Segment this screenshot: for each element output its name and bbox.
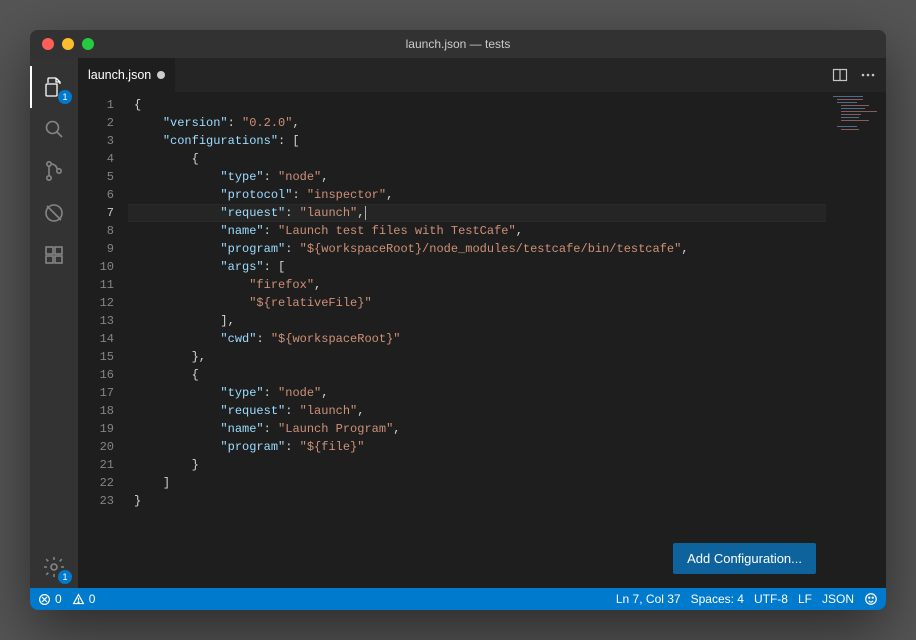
line-number: 14 — [78, 330, 114, 348]
line-number: 6 — [78, 186, 114, 204]
line-number: 3 — [78, 132, 114, 150]
code-line[interactable]: ] — [134, 474, 826, 492]
code-line[interactable]: "name": "Launch Program", — [134, 420, 826, 438]
code-line[interactable]: }, — [134, 348, 826, 366]
line-number: 20 — [78, 438, 114, 456]
editor[interactable]: 1234567891011121314151617181920212223 { … — [78, 92, 886, 588]
debug-icon[interactable] — [30, 192, 78, 234]
line-number: 11 — [78, 276, 114, 294]
line-number: 1 — [78, 96, 114, 114]
code-line[interactable]: "type": "node", — [134, 384, 826, 402]
line-number: 17 — [78, 384, 114, 402]
status-indentation[interactable]: Spaces: 4 — [691, 592, 744, 606]
minimap[interactable] — [826, 92, 886, 588]
code-line[interactable]: "program": "${workspaceRoot}/node_module… — [134, 240, 826, 258]
source-control-icon[interactable] — [30, 150, 78, 192]
more-actions-icon[interactable] — [860, 67, 876, 83]
code-line[interactable]: "${relativeFile}" — [134, 294, 826, 312]
code-line[interactable]: "name": "Launch test files with TestCafe… — [134, 222, 826, 240]
settings-badge: 1 — [58, 570, 72, 584]
editor-tab[interactable]: launch.json — [78, 58, 176, 92]
line-number: 4 — [78, 150, 114, 168]
extensions-icon[interactable] — [30, 234, 78, 276]
line-number: 9 — [78, 240, 114, 258]
explorer-badge: 1 — [58, 90, 72, 104]
line-number: 23 — [78, 492, 114, 510]
minimize-window-button[interactable] — [62, 38, 74, 50]
code-line[interactable]: "version": "0.2.0", — [134, 114, 826, 132]
line-number: 13 — [78, 312, 114, 330]
code-line[interactable]: { — [134, 150, 826, 168]
line-number: 21 — [78, 456, 114, 474]
maximize-window-button[interactable] — [82, 38, 94, 50]
line-number: 22 — [78, 474, 114, 492]
traffic-lights — [30, 38, 94, 50]
line-number: 18 — [78, 402, 114, 420]
activity-bar: 1 1 — [30, 58, 78, 588]
titlebar[interactable]: launch.json — tests — [30, 30, 886, 58]
line-number: 8 — [78, 222, 114, 240]
line-number: 12 — [78, 294, 114, 312]
status-warnings[interactable]: 0 — [72, 592, 96, 606]
line-number-gutter: 1234567891011121314151617181920212223 — [78, 92, 128, 588]
body-area: 1 1 launch.json — [30, 58, 886, 588]
code-line[interactable]: } — [134, 456, 826, 474]
vscode-window: launch.json — tests 1 1 — [30, 30, 886, 610]
search-icon[interactable] — [30, 108, 78, 150]
dirty-indicator-icon — [157, 71, 165, 79]
text-cursor — [365, 206, 366, 220]
window-title: launch.json — tests — [30, 37, 886, 51]
status-language[interactable]: JSON — [822, 592, 854, 606]
code-line[interactable]: "type": "node", — [134, 168, 826, 186]
tab-actions — [832, 58, 886, 92]
settings-gear-icon[interactable]: 1 — [30, 546, 78, 588]
code-line[interactable]: "program": "${file}" — [134, 438, 826, 456]
code-area[interactable]: { "version": "0.2.0", "configurations": … — [128, 92, 826, 588]
tab-label: launch.json — [88, 68, 151, 82]
code-line[interactable]: { — [134, 366, 826, 384]
line-number: 15 — [78, 348, 114, 366]
status-encoding[interactable]: UTF-8 — [754, 592, 788, 606]
code-line[interactable]: ], — [134, 312, 826, 330]
add-configuration-button[interactable]: Add Configuration... — [673, 543, 816, 574]
code-line[interactable]: } — [134, 492, 826, 510]
code-line[interactable]: "protocol": "inspector", — [134, 186, 826, 204]
tab-bar: launch.json — [78, 58, 886, 92]
status-errors[interactable]: 0 — [38, 592, 62, 606]
main-area: launch.json 1234567891011121314151617181… — [78, 58, 886, 588]
code-line[interactable]: "cwd": "${workspaceRoot}" — [134, 330, 826, 348]
feedback-smiley-icon[interactable] — [864, 592, 878, 606]
close-window-button[interactable] — [42, 38, 54, 50]
line-number: 19 — [78, 420, 114, 438]
status-bar: 0 0 Ln 7, Col 37 Spaces: 4 UTF-8 LF JSON — [30, 588, 886, 610]
line-number: 5 — [78, 168, 114, 186]
minimap-content — [833, 96, 881, 136]
code-line[interactable]: "configurations": [ — [134, 132, 826, 150]
code-line[interactable]: "args": [ — [134, 258, 826, 276]
status-cursor-position[interactable]: Ln 7, Col 37 — [616, 592, 681, 606]
code-line[interactable]: "request": "launch", — [134, 402, 826, 420]
split-editor-icon[interactable] — [832, 67, 848, 83]
code-line[interactable]: "request": "launch", — [134, 204, 826, 222]
status-eol[interactable]: LF — [798, 592, 812, 606]
code-line[interactable]: "firefox", — [134, 276, 826, 294]
line-number: 10 — [78, 258, 114, 276]
line-number: 7 — [78, 204, 114, 222]
explorer-icon[interactable]: 1 — [30, 66, 78, 108]
line-number: 16 — [78, 366, 114, 384]
code-line[interactable]: { — [134, 96, 826, 114]
line-number: 2 — [78, 114, 114, 132]
